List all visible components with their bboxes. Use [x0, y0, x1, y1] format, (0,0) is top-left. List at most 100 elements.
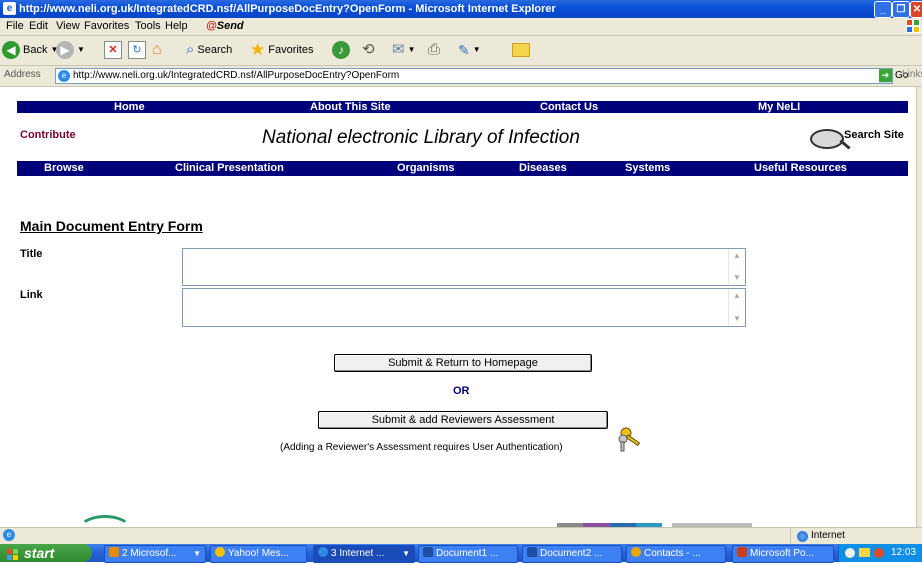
- search-site-label: Search Site: [844, 129, 904, 141]
- contacts-icon: [631, 547, 641, 557]
- favorites-star-icon: ★: [250, 40, 266, 59]
- back-button[interactable]: ◀ Back ▼: [2, 40, 58, 60]
- task-contacts[interactable]: Contacts - ...: [626, 545, 726, 563]
- security-zone: Internet: [790, 528, 845, 544]
- search-site-button[interactable]: Search Site: [808, 127, 910, 155]
- title-label: Title: [20, 248, 43, 260]
- search-label: Search: [197, 44, 233, 56]
- menu-edit[interactable]: Edit: [29, 20, 48, 32]
- top-nav: Home About This Site Contact Us My NeLI: [17, 101, 908, 113]
- title-scrollbar[interactable]: ▲ ▼: [728, 249, 745, 285]
- links-label[interactable]: Links: [902, 69, 922, 80]
- favorites-button[interactable]: ★ Favorites: [250, 40, 314, 60]
- back-label: Back: [23, 44, 48, 56]
- task-microsoft-powerpoint[interactable]: Microsoft Po...: [732, 545, 834, 563]
- task-microsoft-outlook[interactable]: 2 Microsof... ▼: [104, 545, 206, 563]
- auth-note: (Adding a Reviewer's Assessment requires…: [280, 442, 563, 453]
- forward-button[interactable]: ▶ ▼: [56, 40, 85, 60]
- scroll-up-icon[interactable]: ▲: [732, 251, 742, 261]
- send-button[interactable]: @Send: [206, 20, 244, 32]
- send-label: Send: [216, 20, 244, 32]
- nav-clinical-presentation[interactable]: Clinical Presentation: [175, 161, 284, 176]
- window-title-bar[interactable]: e http://www.neli.org.uk/IntegratedCRD.n…: [0, 0, 922, 18]
- menu-view[interactable]: View: [56, 20, 80, 32]
- task-document1[interactable]: Document1 ...: [418, 545, 518, 563]
- keys-icon: [616, 425, 646, 453]
- menu-tools[interactable]: Tools: [135, 20, 161, 32]
- address-url: http://www.neli.org.uk/IntegratedCRD.nsf…: [73, 70, 400, 81]
- mail-dropdown-icon: ▼: [407, 45, 416, 54]
- ie-icon: e: [3, 2, 16, 15]
- link-label: Link: [20, 289, 43, 301]
- ie-task-icon: [318, 547, 328, 557]
- link-scrollbar[interactable]: ▲ ▼: [728, 289, 745, 326]
- word-icon: [527, 547, 537, 557]
- nav-browse[interactable]: Browse: [44, 161, 84, 176]
- nav-diseases[interactable]: Diseases: [519, 161, 567, 176]
- edit-dropdown-icon: ▼: [472, 45, 481, 54]
- task-label: 2 Microsof...: [122, 548, 177, 559]
- nav-useful-resources[interactable]: Useful Resources: [754, 161, 847, 176]
- print-button[interactable]: ⎙: [428, 40, 440, 60]
- close-button[interactable]: ✕: [910, 1, 922, 18]
- minimize-button[interactable]: _: [874, 1, 892, 18]
- address-input[interactable]: e http://www.neli.org.uk/IntegratedCRD.n…: [55, 68, 893, 84]
- maximize-button[interactable]: ❐: [892, 1, 910, 18]
- tray-alert-icon[interactable]: [874, 548, 884, 558]
- site-title: National electronic Library of Infection: [262, 127, 580, 148]
- task-label: Document1 ...: [436, 548, 499, 559]
- mail-icon: ✉: [392, 41, 405, 58]
- task-group-dropdown-icon: ▼: [402, 549, 410, 558]
- task-label: Document2 ...: [540, 548, 603, 559]
- nav-organisms[interactable]: Organisms: [397, 161, 454, 176]
- folder-button[interactable]: [512, 40, 530, 60]
- task-label: 3 Internet ...: [331, 548, 385, 559]
- sub-nav: Browse Clinical Presentation Organisms D…: [17, 161, 908, 176]
- task-yahoo-messenger[interactable]: Yahoo! Mes...: [210, 545, 307, 563]
- history-button[interactable]: ⟲: [362, 40, 375, 60]
- print-icon: ⎙: [428, 41, 441, 58]
- nav-about[interactable]: About This Site: [310, 101, 391, 113]
- scroll-up-icon[interactable]: ▲: [732, 291, 742, 301]
- home-button[interactable]: ⌂: [152, 40, 162, 60]
- start-button[interactable]: start: [0, 544, 92, 562]
- task-internet-explorer[interactable]: 3 Internet ... ▼: [313, 545, 415, 563]
- menu-help[interactable]: Help: [165, 20, 188, 32]
- scroll-down-icon[interactable]: ▼: [732, 314, 742, 324]
- scroll-down-icon[interactable]: ▼: [732, 273, 742, 283]
- page-scrollbar[interactable]: [916, 87, 922, 527]
- mail-button[interactable]: ✉ ▼: [392, 40, 416, 60]
- toolbar: ◀ Back ▼ ▶ ▼ ✕ ↻ ⌂ ⌕ Search ★ Favorites …: [0, 36, 922, 66]
- start-label: start: [24, 545, 55, 561]
- tray-mail-icon[interactable]: [859, 548, 870, 557]
- refresh-icon: ↻: [128, 41, 146, 59]
- nav-systems[interactable]: Systems: [625, 161, 670, 176]
- submit-home-button[interactable]: Submit & Return to Homepage: [334, 354, 592, 372]
- link-field[interactable]: ▲ ▼: [182, 288, 746, 327]
- refresh-button[interactable]: ↻: [128, 40, 146, 60]
- tray-app-icon[interactable]: [845, 548, 855, 558]
- search-site-icon: [810, 129, 844, 149]
- submit-reviewers-button[interactable]: Submit & add Reviewers Assessment: [318, 411, 608, 429]
- address-bar: Address e http://www.neli.org.uk/Integra…: [0, 66, 922, 87]
- powerpoint-icon: [737, 547, 747, 557]
- nav-contact[interactable]: Contact Us: [540, 101, 598, 113]
- edit-button[interactable]: ✎ ▼: [458, 40, 481, 60]
- media-button[interactable]: ♪: [332, 40, 350, 60]
- stop-icon: ✕: [104, 41, 122, 59]
- task-document2[interactable]: Document2 ...: [522, 545, 622, 563]
- task-label: Microsoft Po...: [750, 548, 814, 559]
- home-icon: ⌂: [152, 41, 162, 58]
- menu-favorites[interactable]: Favorites: [84, 20, 129, 32]
- title-field[interactable]: ▲ ▼: [182, 248, 746, 286]
- page-icon: e: [58, 70, 70, 82]
- clock[interactable]: 12:03: [891, 544, 916, 562]
- menu-file[interactable]: File: [6, 20, 24, 32]
- contribute-link[interactable]: Contribute: [20, 129, 76, 141]
- search-button[interactable]: ⌕ Search: [186, 40, 232, 60]
- nav-my-neli[interactable]: My NeLI: [758, 101, 800, 113]
- media-icon: ♪: [332, 41, 350, 59]
- stop-button[interactable]: ✕: [104, 40, 122, 60]
- nav-home[interactable]: Home: [114, 101, 145, 113]
- task-label: Contacts - ...: [644, 548, 701, 559]
